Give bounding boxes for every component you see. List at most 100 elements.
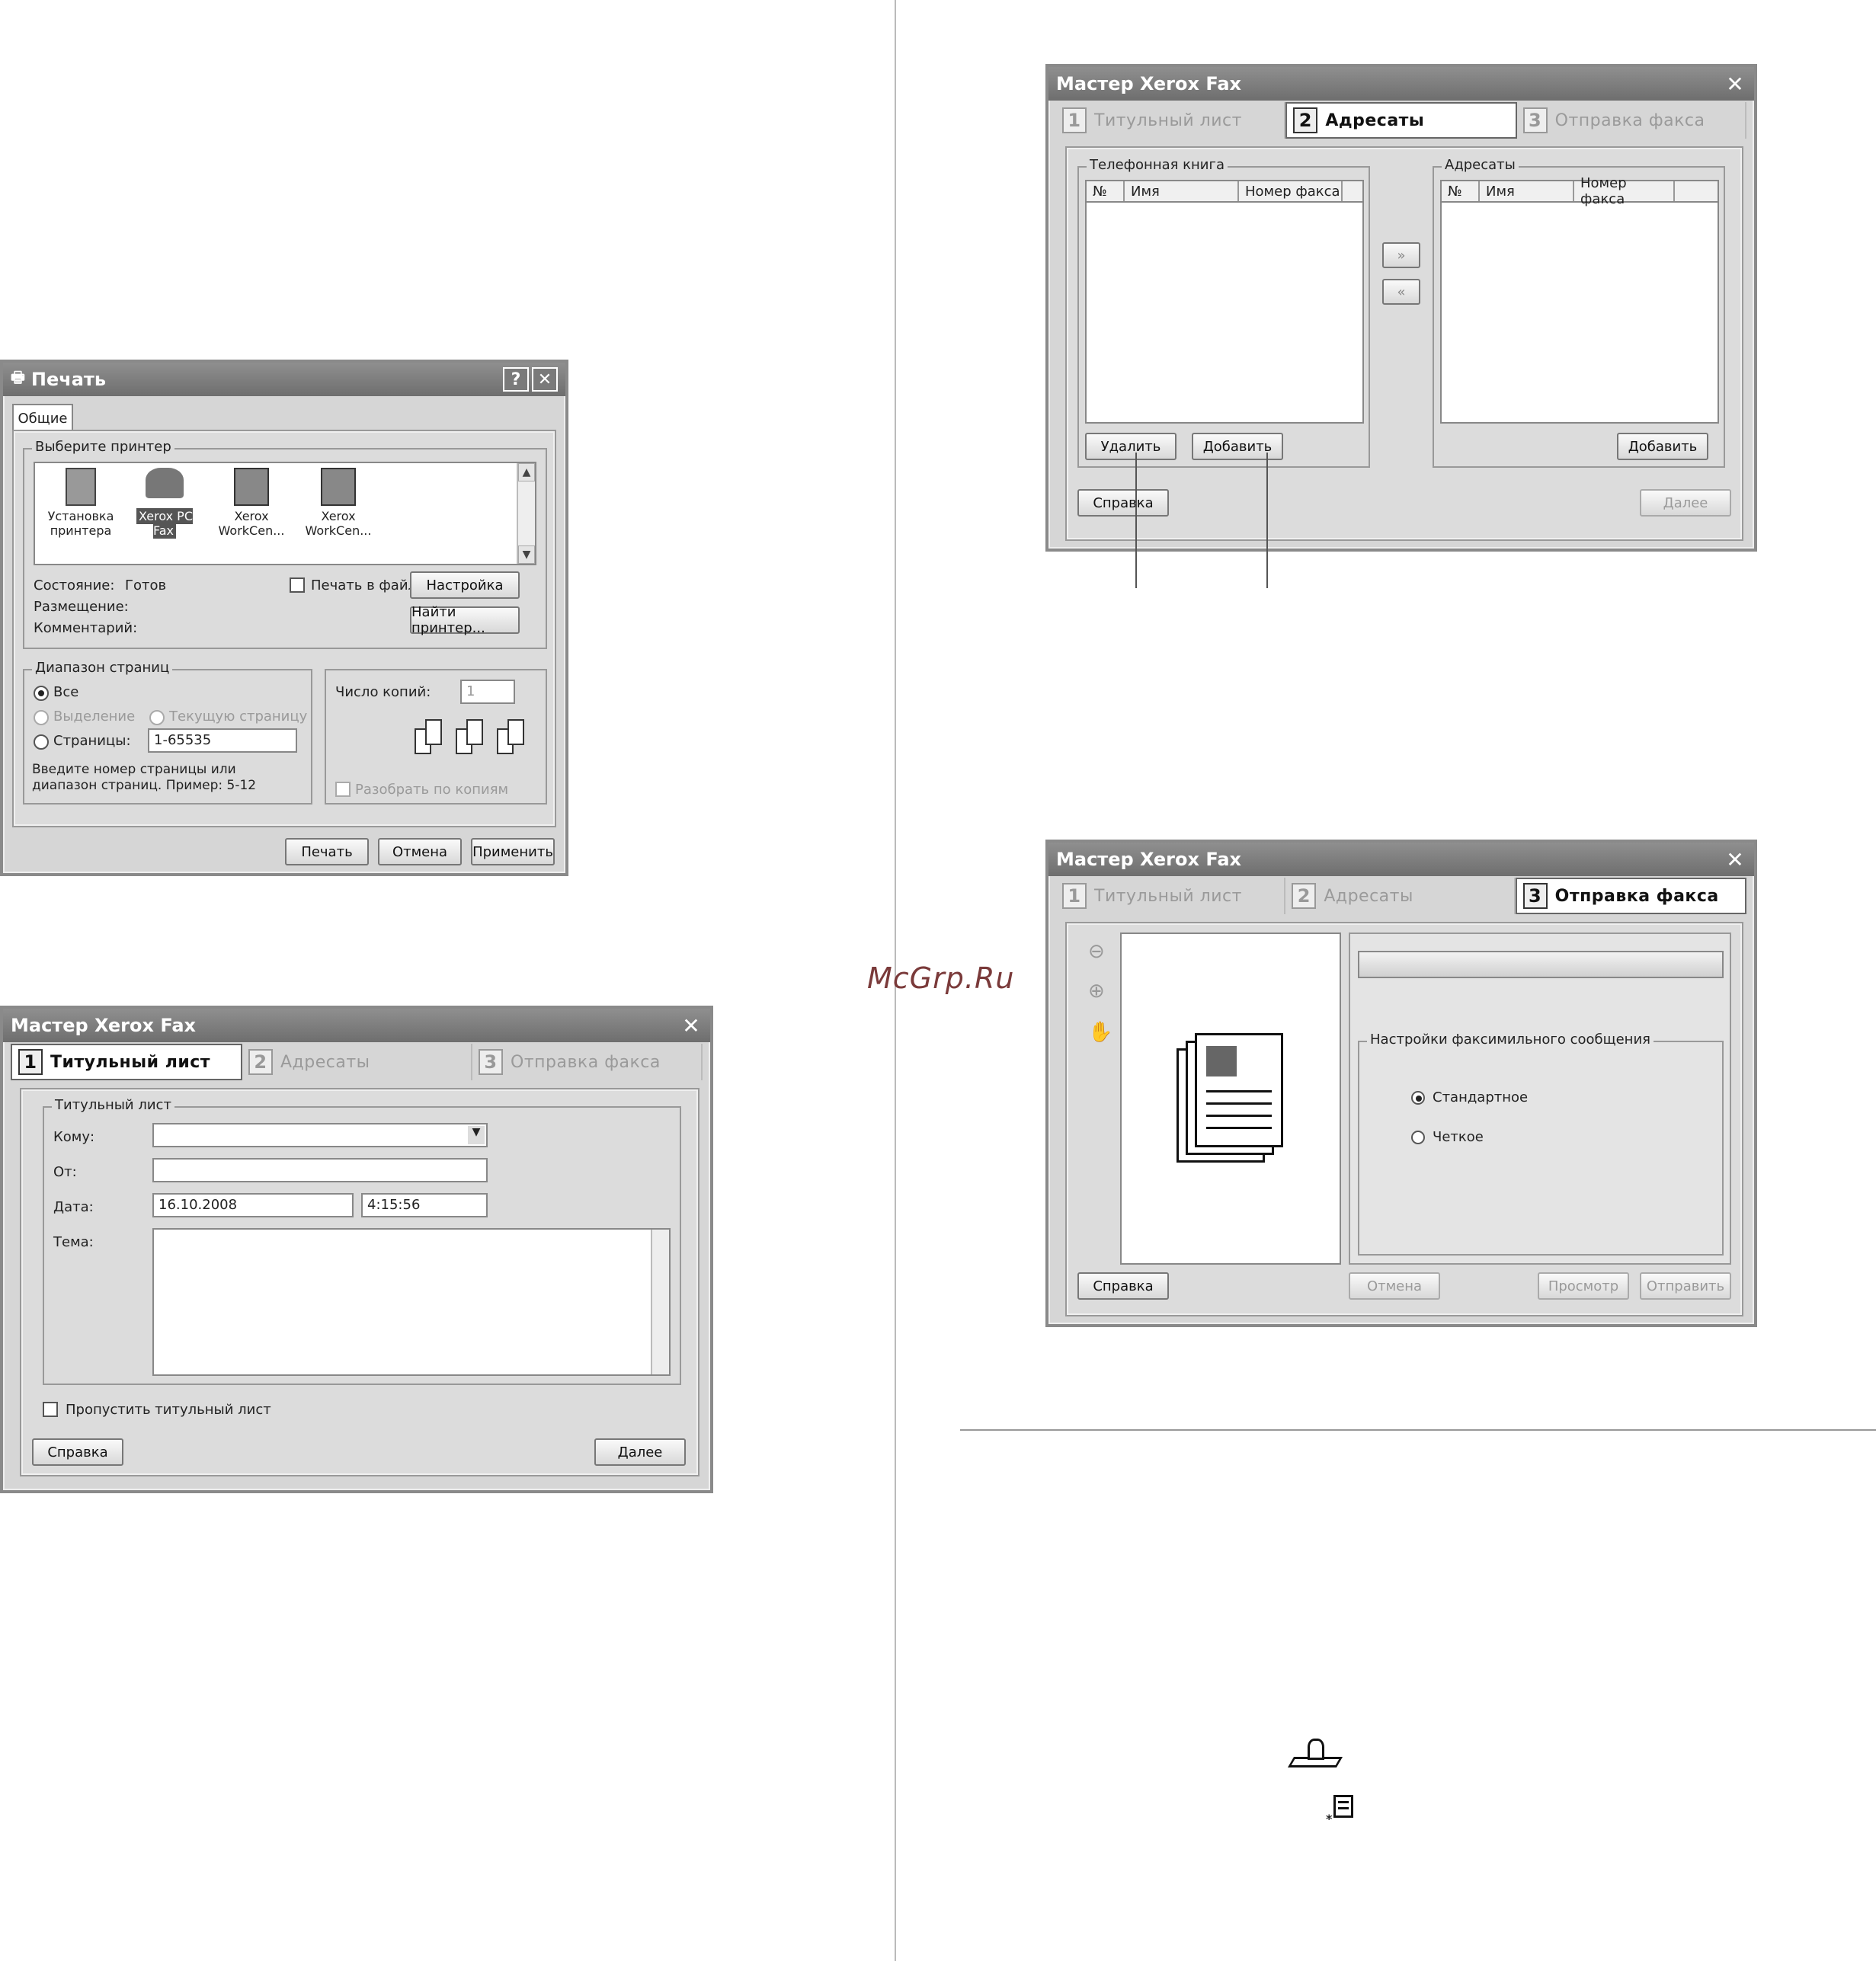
- scroll-up-icon[interactable]: ▲: [518, 463, 535, 481]
- comment-label: Комментарий:: [34, 620, 138, 636]
- tab-recipients[interactable]: 2 Адресаты: [1285, 878, 1516, 914]
- print-dialog: 🖶 Печать ? ✕ Общие Выберите принтер Уста…: [0, 360, 568, 876]
- add-button[interactable]: Добавить: [1192, 433, 1283, 460]
- pages-input[interactable]: 1-65535: [148, 728, 297, 753]
- col-number[interactable]: №: [1087, 181, 1125, 201]
- time-stepper[interactable]: 4:15:56: [361, 1193, 488, 1217]
- fax-wizard-recipients: Мастер Xerox Fax ✕ 1 Титульный лист 2 Адре…: [1045, 64, 1757, 552]
- col-name[interactable]: Имя: [1480, 181, 1574, 201]
- printer-item-workcentre-1[interactable]: Xerox WorkCen...: [213, 468, 290, 538]
- phonebook-list[interactable]: № Имя Номер факса: [1085, 180, 1364, 424]
- recipients-list[interactable]: № Имя Номер факса: [1440, 175, 1719, 424]
- send-button[interactable]: Отправить: [1640, 1272, 1731, 1300]
- preview-button[interactable]: Просмотр: [1538, 1272, 1629, 1300]
- help-button[interactable]: Справка: [1077, 1272, 1169, 1300]
- tab-general[interactable]: Общие: [12, 404, 73, 431]
- cancel-button[interactable]: Отмена: [378, 838, 462, 865]
- status-value: Готов: [125, 577, 167, 593]
- tab-cover[interactable]: 1 Титульный лист: [1056, 102, 1286, 139]
- printer-item-setup[interactable]: Установка принтера: [43, 468, 119, 538]
- preview-pane: [1120, 933, 1341, 1265]
- print-titlebar: 🖶 Печать ? ✕: [3, 363, 565, 396]
- wizard-titlebar: Мастер Xerox Fax ✕: [1048, 843, 1754, 876]
- selection-label: Выделение: [53, 709, 136, 725]
- close-icon[interactable]: ✕: [680, 1013, 703, 1038]
- fine-radio[interactable]: [1411, 1131, 1425, 1144]
- close-button[interactable]: ✕: [532, 367, 558, 392]
- tab-send[interactable]: 3 Отправка факса: [472, 1044, 703, 1080]
- to-label: Кому:: [53, 1129, 95, 1145]
- tab-cover[interactable]: 1 Титульный лист: [1056, 878, 1286, 914]
- location-label: Размещение:: [34, 599, 129, 615]
- settings-button[interactable]: Настройка: [410, 571, 520, 599]
- tab-recipients[interactable]: 2 Адресаты: [1285, 102, 1517, 139]
- wizard-tabs: 1 Титульный лист 2 Адресаты 3 Отправка факс…: [11, 1044, 703, 1080]
- help-button[interactable]: Справка: [1077, 489, 1169, 517]
- col-number[interactable]: №: [1442, 181, 1480, 201]
- add-all-button[interactable]: »: [1382, 242, 1420, 268]
- pan-hand-icon[interactable]: ✋: [1088, 1021, 1112, 1044]
- printer-label: Xerox WorkCen...: [305, 509, 372, 538]
- recipients-group: Адресаты № Имя Номер факса Добавить: [1433, 157, 1725, 468]
- remove-all-button[interactable]: «: [1382, 279, 1420, 305]
- recipients-panel: Телефонная книга № Имя Номер факса Удали…: [1065, 146, 1743, 541]
- subject-scrollbar[interactable]: [651, 1230, 669, 1374]
- from-label: От:: [53, 1164, 77, 1180]
- from-field[interactable]: [152, 1158, 488, 1182]
- tab-send[interactable]: 3 Отправка факса: [1515, 878, 1746, 914]
- page-range-label: Диапазон страниц: [32, 660, 173, 676]
- delete-button[interactable]: Удалить: [1085, 433, 1177, 460]
- find-printer-button[interactable]: Найти принтер...: [410, 604, 520, 636]
- add-recipient-button[interactable]: Добавить: [1617, 433, 1708, 460]
- help-button[interactable]: ?: [503, 367, 529, 392]
- pages-radio[interactable]: [34, 734, 49, 750]
- phonebook-label: Телефонная книга: [1087, 157, 1228, 173]
- next-button[interactable]: Далее: [1640, 489, 1731, 517]
- collate-pages-icon: [415, 719, 536, 757]
- print-to-file-checkbox[interactable]: [290, 577, 305, 593]
- to-combobox[interactable]: ▼: [152, 1123, 488, 1147]
- collate-label: Разобрать по копиям: [355, 782, 509, 798]
- next-button[interactable]: Далее: [594, 1438, 686, 1466]
- close-icon[interactable]: ✕: [1724, 847, 1746, 872]
- fax-tray-icon: [1287, 1739, 1344, 1777]
- close-icon[interactable]: ✕: [1724, 72, 1746, 97]
- scroll-down-icon[interactable]: ▼: [518, 545, 535, 564]
- printer-list[interactable]: Установка принтера Xerox PC Fax Xerox Wo…: [34, 462, 536, 565]
- col-fax[interactable]: Номер факса: [1574, 175, 1675, 207]
- help-button[interactable]: Справка: [32, 1438, 123, 1466]
- print-button[interactable]: Печать: [285, 838, 369, 865]
- printer-label: Xerox PC Fax: [136, 508, 193, 539]
- selection-radio[interactable]: [34, 710, 49, 725]
- current-page-radio[interactable]: [149, 710, 165, 725]
- copies-label: Число копий:: [335, 684, 431, 700]
- standard-label: Стандартное: [1433, 1089, 1529, 1105]
- subject-textarea[interactable]: [152, 1228, 671, 1376]
- col-name[interactable]: Имя: [1125, 181, 1239, 201]
- standard-radio[interactable]: [1411, 1091, 1425, 1105]
- skip-cover-checkbox[interactable]: [43, 1402, 58, 1417]
- send-right-pane: Настройки факсимильного сообщения Станда…: [1349, 933, 1731, 1265]
- zoom-in-icon[interactable]: ⊕: [1088, 980, 1105, 1003]
- all-radio[interactable]: [34, 686, 49, 701]
- recipients-label: Адресаты: [1442, 157, 1519, 173]
- apply-button[interactable]: Применить: [471, 838, 555, 865]
- col-fax[interactable]: Номер факса: [1239, 181, 1343, 201]
- date-picker[interactable]: 16.10.2008: [152, 1193, 354, 1217]
- tab-recipients[interactable]: 2 Адресаты: [242, 1044, 472, 1080]
- copies-input[interactable]: 1: [460, 680, 515, 704]
- document-pages-icon: [1177, 1033, 1291, 1163]
- cancel-button[interactable]: Отмена: [1349, 1272, 1440, 1300]
- wizard-tabs: 1 Титульный лист 2 Адресаты 3 Отправка факс…: [1056, 878, 1746, 914]
- collate-checkbox[interactable]: [335, 782, 351, 797]
- fax-wizard-cover: Мастер Xerox Fax ✕ 1 Титульный лист 2 Адре…: [0, 1006, 713, 1493]
- printer-item-pcfax[interactable]: Xerox PC Fax: [125, 468, 204, 539]
- tab-cover[interactable]: 1 Титульный лист: [11, 1044, 242, 1080]
- zoom-out-icon[interactable]: ⊖: [1088, 940, 1105, 963]
- page-range-group: Диапазон страниц Все Выделение Текущую с…: [23, 660, 312, 805]
- printer-item-workcentre-2[interactable]: Xerox WorkCen...: [300, 468, 376, 538]
- send-progress-bar: [1358, 951, 1724, 978]
- chevron-down-icon[interactable]: ▼: [468, 1126, 485, 1144]
- printer-list-scrollbar[interactable]: ▲ ▼: [517, 463, 535, 564]
- tab-send[interactable]: 3 Отправка факса: [1517, 102, 1746, 139]
